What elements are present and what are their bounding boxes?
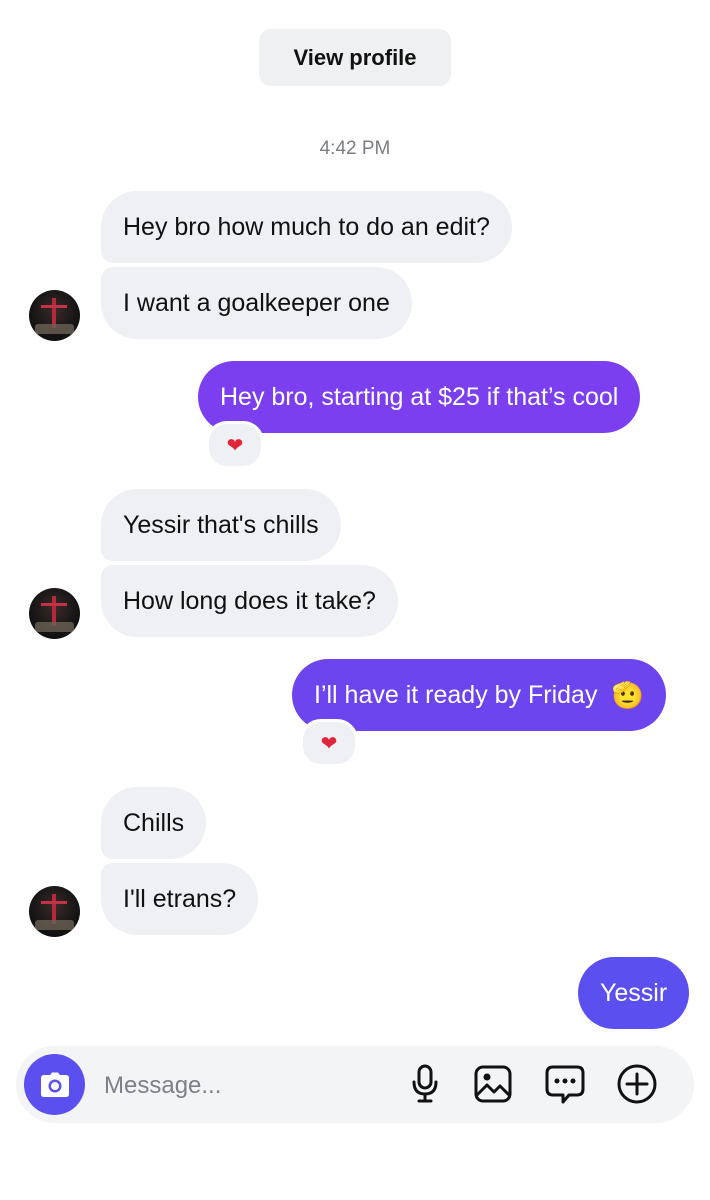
- incoming-message[interactable]: Chills: [101, 787, 207, 859]
- microphone-button[interactable]: [402, 1061, 448, 1107]
- message-text: Hey bro, starting at $25 if that’s cool: [220, 382, 619, 411]
- add-button[interactable]: [614, 1061, 660, 1107]
- microphone-icon: [412, 1064, 438, 1103]
- message-text: Chills: [123, 808, 185, 837]
- camera-button[interactable]: [24, 1054, 85, 1115]
- heart-reaction-icon[interactable]: ❤: [206, 421, 264, 469]
- image-icon: [474, 1065, 512, 1103]
- message-text: Yessir: [600, 978, 668, 1007]
- contact-avatar[interactable]: [29, 886, 80, 937]
- gallery-button[interactable]: [470, 1061, 516, 1107]
- message-text: I want a goalkeeper one: [123, 288, 390, 317]
- outgoing-message[interactable]: Hey bro, starting at $25 if that’s cool: [198, 361, 641, 433]
- message-composer: [16, 1046, 694, 1123]
- camera-icon: [40, 1072, 69, 1097]
- message-text: How long does it take?: [123, 586, 376, 615]
- message-timestamp: 4:42 PM: [319, 138, 391, 159]
- message-text: Yessir that's chills: [123, 510, 319, 539]
- chat-options-button[interactable]: [542, 1061, 588, 1107]
- plus-circle-icon: [617, 1064, 657, 1104]
- message-text: I’ll have it ready by Friday: [314, 680, 598, 709]
- incoming-message[interactable]: Hey bro how much to do an edit?: [101, 191, 512, 263]
- incoming-message[interactable]: How long does it take?: [101, 565, 398, 637]
- incoming-message[interactable]: I'll etrans?: [101, 863, 259, 935]
- outgoing-message[interactable]: I’ll have it ready by Friday 🫡: [292, 659, 666, 731]
- outgoing-message[interactable]: Yessir: [578, 957, 690, 1029]
- view-profile-button[interactable]: View profile: [259, 29, 451, 86]
- incoming-message[interactable]: I want a goalkeeper one: [101, 267, 412, 339]
- heart-reaction-icon[interactable]: ❤: [300, 719, 358, 767]
- chat-bubble-icon: [545, 1065, 585, 1104]
- pointing-emoji-icon: 🫡: [611, 679, 644, 710]
- incoming-message[interactable]: Yessir that's chills: [101, 489, 341, 561]
- contact-avatar[interactable]: [29, 290, 80, 341]
- message-input[interactable]: [102, 1060, 396, 1112]
- message-text: Hey bro how much to do an edit?: [123, 212, 490, 241]
- contact-avatar[interactable]: [29, 588, 80, 639]
- message-text: I'll etrans?: [123, 884, 237, 913]
